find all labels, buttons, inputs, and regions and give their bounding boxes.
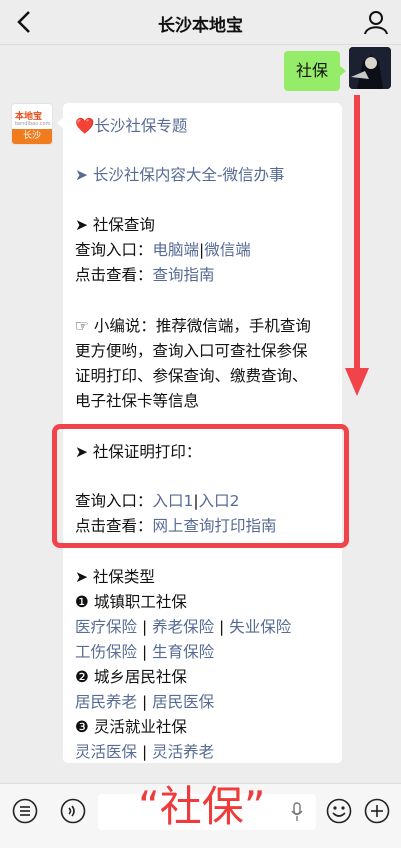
resident-links: 居民养老 | 居民医保 bbox=[75, 690, 214, 712]
menu-list-icon[interactable] bbox=[12, 798, 38, 824]
emoji-icon[interactable] bbox=[326, 798, 352, 824]
pc-link[interactable]: 电脑端 bbox=[153, 241, 200, 259]
editor-note-line-2: 更方便哟，查询入口可查社保参保 bbox=[75, 342, 308, 360]
section-query-heading: ➤ 社保查询 bbox=[75, 216, 155, 234]
wechat-link[interactable]: 微信端 bbox=[204, 241, 251, 259]
query-entry-label: 查询入口： bbox=[75, 241, 153, 259]
user-message-text: 社保 bbox=[295, 61, 328, 80]
flexible-links: 灵活医保 | 灵活养老 bbox=[75, 740, 214, 762]
medical-insurance-link[interactable]: 医疗保险 bbox=[75, 618, 137, 636]
separator: | bbox=[137, 643, 153, 661]
annotation-arrow-shaft bbox=[354, 95, 360, 375]
resident-medical-link[interactable]: 居民医保 bbox=[152, 693, 214, 711]
unemployment-insurance-link[interactable]: 失业保险 bbox=[229, 618, 291, 636]
microphone-icon[interactable] bbox=[290, 802, 304, 822]
editor-note-line-4: 电子社保卡等信息 bbox=[75, 392, 200, 410]
flexible-heading: ❸ 灵活就业社保 bbox=[75, 718, 187, 736]
top-bar: 长沙本地宝 bbox=[0, 0, 401, 45]
topic-title-line: ❤️长沙社保专题 bbox=[75, 114, 187, 136]
urban-employee-links-2: 工伤保险 | 生育保险 bbox=[75, 640, 214, 662]
topic-title-link[interactable]: 长沙社保专题 bbox=[94, 117, 187, 135]
guide-link[interactable]: ➤ 长沙社保内容大全-微信办事 bbox=[75, 163, 285, 185]
editor-note-line-1: ☞ 小编说：推荐微信端，手机查询 bbox=[75, 317, 311, 335]
separator: | bbox=[214, 618, 230, 636]
user-message-bubble: 社保 bbox=[283, 51, 347, 91]
query-entry-line: 查询入口：电脑端|微信端 bbox=[75, 238, 251, 260]
urban-employee-links-1: 医疗保险 | 养老保险 | 失业保险 bbox=[75, 615, 291, 637]
separator: | bbox=[137, 743, 153, 761]
sender-avatar[interactable]: 本地宝 bendibao.com 长沙 bbox=[11, 103, 53, 145]
separator: | bbox=[137, 693, 153, 711]
editor-note-line-3: 证明打印、参保查询、缴费查询、 bbox=[75, 367, 308, 385]
maternity-insurance-link[interactable]: 生育保险 bbox=[152, 643, 214, 661]
resident-heading: ❷ 城乡居民社保 bbox=[75, 668, 187, 686]
chat-title: 长沙本地宝 bbox=[158, 16, 243, 36]
injury-insurance-link[interactable]: 工伤保险 bbox=[75, 643, 137, 661]
separator: | bbox=[137, 618, 153, 636]
user-avatar[interactable] bbox=[349, 47, 391, 89]
heart-icon: ❤️ bbox=[75, 117, 95, 135]
section-type-heading: ➤ 社保类型 bbox=[75, 568, 155, 586]
annotation-arrow-head bbox=[345, 368, 369, 396]
sender-logo-sub: bendibao.com bbox=[15, 121, 51, 127]
sender-city: 长沙 bbox=[12, 129, 52, 144]
profile-icon[interactable] bbox=[363, 9, 389, 35]
plus-icon[interactable] bbox=[364, 798, 390, 824]
pension-insurance-link[interactable]: 养老保险 bbox=[152, 618, 214, 636]
query-guide-line: 点击查看：查询指南 bbox=[75, 263, 215, 285]
resident-pension-link[interactable]: 居民养老 bbox=[75, 693, 137, 711]
overlay-keyword-text: “社保” bbox=[138, 782, 266, 831]
flexible-pension-link[interactable]: 灵活养老 bbox=[152, 743, 214, 761]
flexible-medical-link[interactable]: 灵活医保 bbox=[75, 743, 137, 761]
urban-employee-heading: ❶ 城镇职工社保 bbox=[75, 593, 187, 611]
query-guide-link[interactable]: 查询指南 bbox=[153, 266, 215, 284]
voice-icon[interactable] bbox=[60, 798, 86, 824]
annotation-highlight-box bbox=[52, 424, 349, 548]
user-avatar-image bbox=[349, 47, 391, 89]
query-guide-label: 点击查看： bbox=[75, 266, 153, 284]
